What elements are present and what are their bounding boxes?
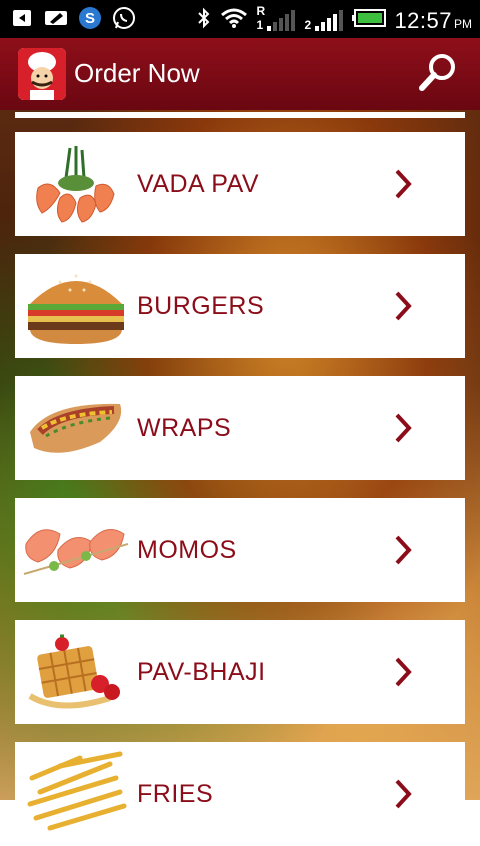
sim-1-label: 1: [256, 17, 264, 32]
clock-ampm: PM: [454, 16, 472, 31]
system-icons: R 1 2 12:57 PM: [196, 4, 472, 35]
menu-item-label: MOMOS: [137, 536, 237, 564]
french-fries-image: [20, 748, 132, 840]
roaming-label: R: [256, 3, 266, 18]
menu-item-momos[interactable]: MOMOS: [15, 498, 465, 602]
menu-list[interactable]: VADA PAV BURGERS WRAPS MOMOS PAV-BHAJI F…: [15, 112, 465, 846]
menu-item-label: PAV-BHAJI: [137, 658, 266, 686]
menu-item-label: VADA PAV: [137, 170, 260, 198]
menu-item-pav-bhaji[interactable]: PAV-BHAJI: [15, 620, 465, 724]
edit-notification-icon: [44, 6, 68, 30]
svg-text:S: S: [85, 10, 95, 27]
notification-icons: S: [10, 6, 136, 30]
menu-item-label: FRIES: [137, 780, 214, 808]
battery-icon: [352, 9, 387, 32]
clock: 12:57 PM: [394, 8, 472, 34]
skype-icon: S: [78, 6, 102, 30]
clock-time: 12:57: [394, 7, 452, 33]
chevron-right-icon: [395, 779, 412, 809]
chevron-right-icon: [395, 535, 412, 565]
menu-item-label: WRAPS: [137, 414, 232, 442]
signal-1-icon: R 1: [256, 4, 296, 34]
burger-image: [20, 260, 132, 352]
back-notification-icon: [10, 6, 34, 30]
search-button[interactable]: [416, 50, 460, 94]
signal-2-icon: 2: [304, 8, 344, 34]
bluetooth-icon: [196, 6, 212, 35]
shrimp-skewers-image: [20, 504, 132, 596]
sim-2-label: 2: [304, 17, 312, 32]
chevron-right-icon: [395, 413, 412, 443]
waffle-strawberries-image: [20, 626, 132, 718]
page-title: Order Now: [74, 58, 200, 88]
menu-item-burgers[interactable]: BURGERS: [15, 254, 465, 358]
whatsapp-icon: [112, 6, 136, 30]
menu-item-fries[interactable]: FRIES: [15, 742, 465, 846]
wifi-icon: [220, 7, 248, 34]
hotdog-wrap-image: [20, 382, 132, 474]
menu-item-wraps[interactable]: WRAPS: [15, 376, 465, 480]
menu-item-label: BURGERS: [137, 292, 265, 320]
menu-item-vada-pav[interactable]: VADA PAV: [15, 132, 465, 236]
search-icon: [419, 54, 455, 91]
chevron-right-icon: [395, 291, 412, 321]
chef-icon[interactable]: [18, 48, 66, 100]
chevron-right-icon: [395, 657, 412, 687]
chevron-right-icon: [395, 169, 412, 199]
shrimp-platter-image: [20, 138, 132, 230]
status-bar: S R 1 2 12:57 PM: [0, 0, 480, 38]
app-bar: Order Now: [0, 38, 480, 110]
